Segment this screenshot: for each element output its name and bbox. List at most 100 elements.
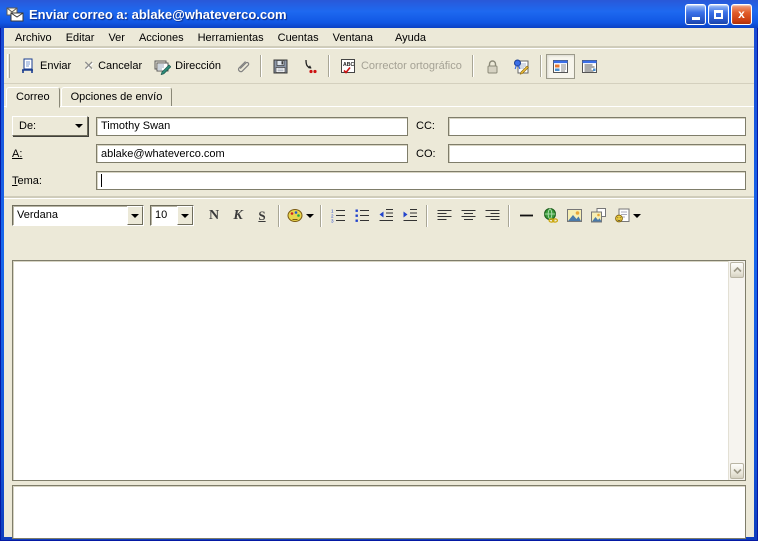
font-size-arrow[interactable] bbox=[177, 206, 193, 225]
underline-button[interactable]: S bbox=[250, 204, 274, 228]
menu-ventana[interactable]: Ventana bbox=[326, 30, 380, 46]
chevron-down-icon bbox=[305, 213, 314, 218]
tab-correo[interactable]: Correo bbox=[6, 87, 60, 108]
menu-bar: Archivo Editar Ver Acciones Herramientas… bbox=[4, 28, 754, 48]
align-right-button[interactable] bbox=[480, 204, 504, 228]
save-floppy-icon bbox=[273, 59, 288, 73]
indent-button[interactable] bbox=[398, 204, 422, 228]
view-html-icon bbox=[552, 59, 568, 73]
maximize-icon bbox=[714, 9, 723, 19]
scroll-up-button[interactable] bbox=[730, 262, 744, 278]
font-family-arrow[interactable] bbox=[127, 206, 143, 225]
outdent-icon bbox=[379, 208, 393, 222]
toolbar-separator bbox=[327, 55, 330, 77]
align-left-button[interactable] bbox=[432, 204, 456, 228]
svg-text:3: 3 bbox=[331, 219, 334, 224]
insert-hyperlink-button[interactable] bbox=[538, 204, 562, 228]
horizontal-rule-icon bbox=[519, 214, 533, 217]
route-arrow-icon bbox=[305, 59, 317, 73]
text-caret bbox=[101, 174, 102, 187]
signature-box[interactable] bbox=[12, 485, 746, 539]
font-color-button[interactable] bbox=[284, 204, 316, 228]
body-scrollbar[interactable] bbox=[728, 261, 745, 480]
stationery-button[interactable] bbox=[610, 204, 644, 228]
italic-label: K bbox=[233, 207, 243, 223]
toolbar-grip[interactable] bbox=[7, 54, 10, 78]
bold-button[interactable]: N bbox=[202, 204, 226, 228]
subject-label: Tema: bbox=[12, 174, 42, 187]
from-label: De: bbox=[19, 120, 37, 132]
spellcheck-button[interactable]: ABC Corrector ortográfico bbox=[334, 54, 468, 79]
view-plain-button[interactable] bbox=[575, 54, 604, 79]
delayed-delivery-button[interactable] bbox=[295, 54, 324, 79]
align-right-icon bbox=[485, 209, 499, 221]
attach-button[interactable] bbox=[227, 54, 256, 79]
image-frame-icon bbox=[590, 208, 606, 223]
close-button[interactable]: x bbox=[731, 3, 752, 25]
align-center-icon bbox=[461, 209, 475, 221]
main-toolbar: Enviar ✕ Cancelar Dirección ABC Correcto… bbox=[4, 48, 754, 84]
cc-label: CC: bbox=[416, 120, 435, 132]
sign-button[interactable] bbox=[507, 54, 536, 79]
font-family-value: Verdana bbox=[17, 209, 58, 221]
numbered-list-button[interactable]: 1 2 3 bbox=[326, 204, 350, 228]
format-toolbar: Verdana 10 N K S 1 2 3 bbox=[4, 198, 754, 232]
minimize-button[interactable] bbox=[685, 3, 706, 25]
bullet-list-button[interactable] bbox=[350, 204, 374, 228]
title-bar[interactable]: Enviar correo a: ablake@whateverco.com x bbox=[0, 0, 758, 28]
numbered-list-icon: 1 2 3 bbox=[331, 209, 345, 224]
send-button[interactable]: Enviar bbox=[13, 54, 77, 79]
indent-icon bbox=[403, 208, 417, 222]
from-input[interactable] bbox=[96, 116, 408, 136]
menu-ayuda[interactable]: Ayuda bbox=[388, 30, 433, 46]
hyperlink-globe-icon bbox=[543, 208, 558, 223]
message-body-input[interactable] bbox=[13, 261, 728, 480]
menu-editar[interactable]: Editar bbox=[59, 30, 102, 46]
view-plain-icon bbox=[581, 59, 597, 73]
underline-label: S bbox=[258, 207, 266, 223]
subject-input[interactable] bbox=[96, 171, 746, 190]
font-size-select[interactable]: 10 bbox=[150, 205, 194, 226]
address-label: Dirección bbox=[175, 60, 221, 72]
save-button[interactable] bbox=[266, 54, 295, 79]
tab-correo-label: Correo bbox=[16, 91, 50, 103]
italic-button[interactable]: K bbox=[226, 204, 250, 228]
font-size-value: 10 bbox=[155, 209, 168, 221]
maximize-button[interactable] bbox=[708, 3, 729, 25]
horizontal-rule-button[interactable] bbox=[514, 204, 538, 228]
bullet-list-icon bbox=[355, 209, 369, 222]
align-center-button[interactable] bbox=[456, 204, 480, 228]
cancel-button[interactable]: ✕ Cancelar bbox=[77, 54, 148, 78]
menu-herramientas[interactable]: Herramientas bbox=[191, 30, 271, 46]
menu-cuentas[interactable]: Cuentas bbox=[271, 30, 326, 46]
address-book-button[interactable]: Dirección bbox=[148, 54, 227, 79]
tab-bar: Correo Opciones de envío bbox=[4, 84, 754, 108]
close-icon: x bbox=[738, 7, 745, 21]
to-label: A: bbox=[12, 147, 23, 160]
view-html-button[interactable] bbox=[545, 53, 575, 79]
insert-image-button[interactable] bbox=[562, 204, 586, 228]
bcc-input[interactable] bbox=[448, 144, 746, 163]
insert-image-frame-button[interactable] bbox=[586, 204, 610, 228]
address-form: De: CC: A: CO: Tema: bbox=[4, 107, 754, 198]
message-body-box bbox=[12, 260, 746, 481]
font-family-select[interactable]: Verdana bbox=[12, 205, 144, 226]
menu-archivo[interactable]: Archivo bbox=[8, 30, 59, 46]
cancel-label: Cancelar bbox=[98, 60, 143, 72]
from-field-wrap: De: bbox=[12, 116, 96, 136]
window-client-area: Archivo Editar Ver Acciones Herramientas… bbox=[4, 28, 754, 539]
from-dropdown[interactable]: De: bbox=[12, 116, 88, 136]
tab-opciones-envio[interactable]: Opciones de envío bbox=[60, 87, 173, 107]
menu-ver[interactable]: Ver bbox=[101, 30, 132, 46]
to-input[interactable] bbox=[96, 144, 408, 163]
spellcheck-abc-icon: ABC bbox=[340, 58, 355, 74]
toolbar-separator bbox=[320, 204, 322, 227]
encrypt-button[interactable] bbox=[478, 54, 507, 79]
spellcheck-label: Corrector ortográfico bbox=[360, 60, 462, 72]
align-left-icon bbox=[437, 209, 451, 221]
cc-input[interactable] bbox=[448, 116, 746, 136]
scroll-down-button[interactable] bbox=[730, 463, 744, 479]
outdent-button[interactable] bbox=[374, 204, 398, 228]
svg-text:ABC: ABC bbox=[343, 62, 354, 68]
menu-acciones[interactable]: Acciones bbox=[132, 30, 191, 46]
